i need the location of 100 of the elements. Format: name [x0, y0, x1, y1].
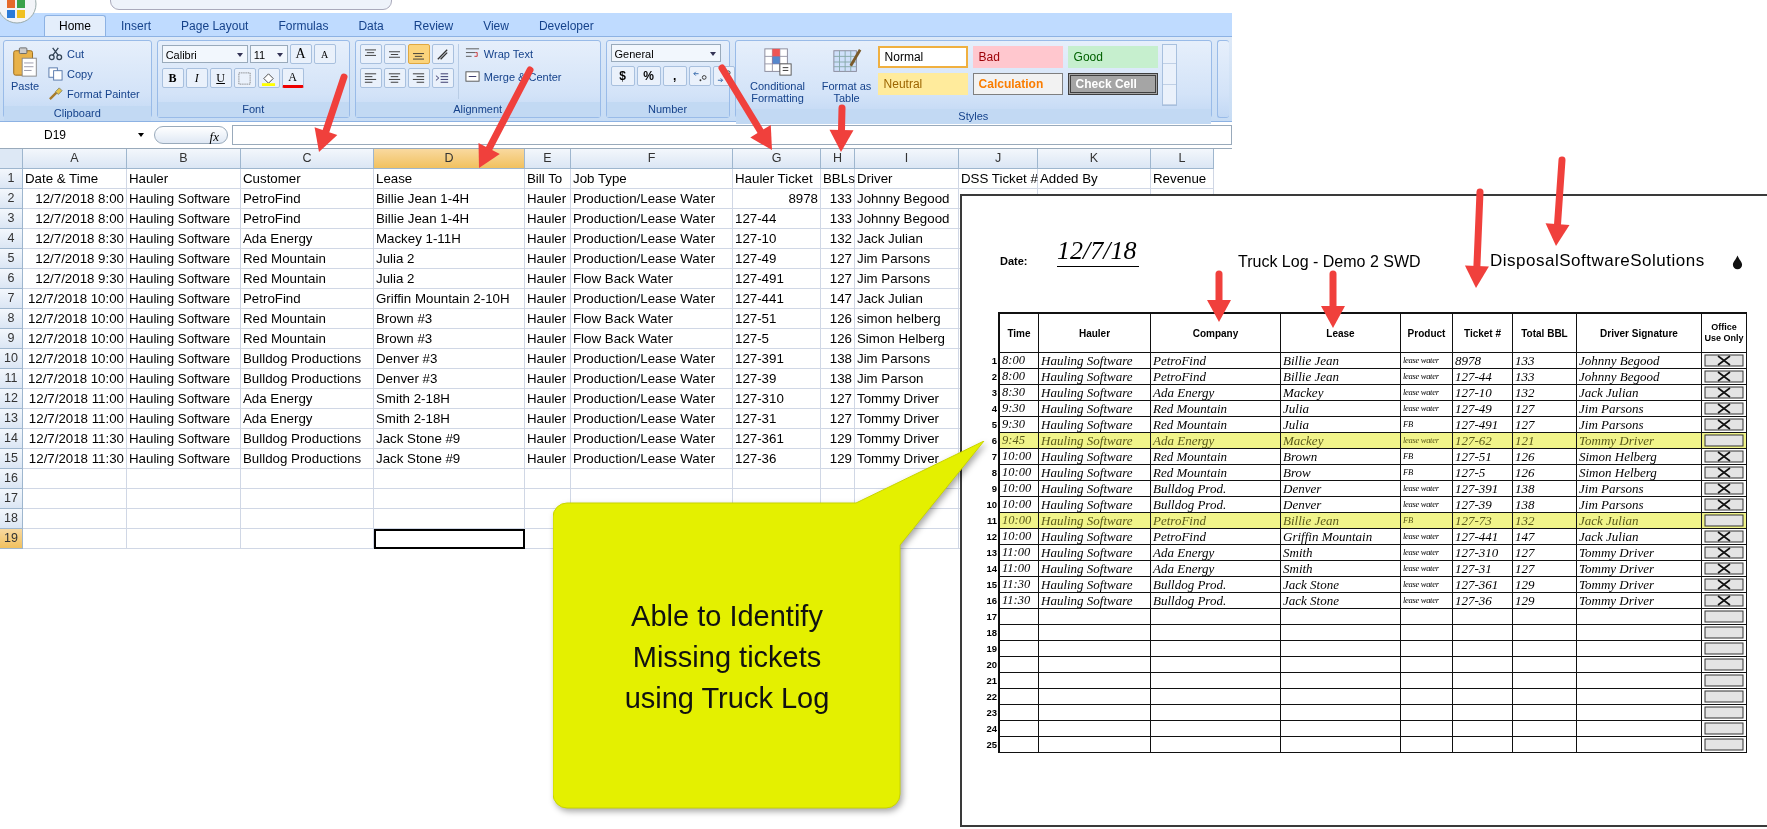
- increase-decimal-button[interactable]: [688, 66, 711, 86]
- column-title-cell: Hauler: [127, 169, 241, 189]
- column-header[interactable]: E: [525, 149, 571, 169]
- copy-button[interactable]: Copy: [46, 64, 142, 83]
- ribbon-tab[interactable]: Developer: [523, 15, 609, 36]
- wrap-text-button[interactable]: Wrap Text: [462, 44, 564, 63]
- handwritten-entry: 121: [1513, 433, 1577, 449]
- ribbon-tab[interactable]: Home: [44, 15, 106, 36]
- ribbon-tab[interactable]: Data: [343, 15, 399, 36]
- row-number: 25: [985, 738, 998, 752]
- currency-button[interactable]: $: [610, 66, 635, 86]
- fill-color-button[interactable]: [257, 68, 280, 88]
- office-button[interactable]: [0, 0, 38, 26]
- orientation-button[interactable]: [431, 44, 454, 64]
- conditional-formatting-button[interactable]: Conditional Formatting: [739, 44, 816, 106]
- font-size-field[interactable]: 11: [249, 45, 288, 63]
- ribbon-tab[interactable]: Page Layout: [166, 15, 264, 36]
- name-box[interactable]: D19: [0, 126, 150, 144]
- handwritten-entry: 127-73: [1453, 513, 1513, 529]
- column-header[interactable]: H: [821, 149, 855, 169]
- table-cell: Jim Parsons: [855, 249, 959, 269]
- column-header[interactable]: K: [1038, 149, 1151, 169]
- row-header[interactable]: 7: [0, 289, 23, 309]
- handwritten-entry: Tommy Driver: [1577, 593, 1702, 609]
- font-color-button[interactable]: A: [281, 68, 304, 88]
- column-header[interactable]: F: [571, 149, 733, 169]
- row-header[interactable]: 10: [0, 349, 23, 369]
- row-header[interactable]: 18: [0, 509, 23, 529]
- column-header[interactable]: L: [1151, 149, 1214, 169]
- ribbon-tab[interactable]: Insert: [106, 15, 167, 36]
- italic-button[interactable]: I: [185, 68, 208, 88]
- ribbon-tab[interactable]: Review: [398, 15, 469, 36]
- paste-button[interactable]: Paste: [8, 44, 42, 103]
- table-cell: Hauler: [525, 449, 571, 469]
- ribbon-tab[interactable]: Formulas: [263, 15, 344, 36]
- align-bottom-button[interactable]: [407, 44, 430, 64]
- row-header[interactable]: 14: [0, 429, 23, 449]
- align-center-icon: [387, 70, 403, 86]
- shrink-font-button[interactable]: A: [313, 44, 336, 64]
- column-header[interactable]: B: [127, 149, 241, 169]
- column-header[interactable]: D: [374, 149, 525, 169]
- ribbon-tab[interactable]: View: [468, 15, 524, 36]
- bold-button[interactable]: B: [161, 68, 184, 88]
- table-cell: 127-51: [733, 309, 821, 329]
- empty-cell: [1453, 625, 1513, 641]
- row-header[interactable]: 4: [0, 229, 23, 249]
- row-header[interactable]: 17: [0, 489, 23, 509]
- indent-button[interactable]: [431, 68, 454, 88]
- row-header[interactable]: 12: [0, 389, 23, 409]
- table-cell: 127-39: [733, 369, 821, 389]
- number-format-field[interactable]: General: [610, 44, 721, 62]
- date-label: Date:: [1000, 255, 1028, 267]
- align-right-button[interactable]: [407, 68, 430, 88]
- row-header[interactable]: 11: [0, 369, 23, 389]
- cell-style-option[interactable]: Neutral: [877, 73, 968, 95]
- cell-style-option[interactable]: Bad: [972, 46, 1063, 68]
- column-title-cell: Hauler Ticket: [733, 169, 821, 189]
- table-cell: 12/7/2018 11:30: [23, 449, 127, 469]
- handwritten-entry: 127-441: [1453, 529, 1513, 545]
- format-painter-button[interactable]: Format Painter: [46, 84, 142, 103]
- align-left-button[interactable]: [359, 68, 382, 88]
- row-header[interactable]: 15: [0, 449, 23, 469]
- align-top-button[interactable]: [359, 44, 382, 64]
- row-header[interactable]: 13: [0, 409, 23, 429]
- handwritten-entry: Billie Jean: [1281, 369, 1401, 385]
- table-cell: simon helberg: [855, 309, 959, 329]
- handwritten-entry: 8:00: [998, 369, 1039, 385]
- row-number: 13: [985, 546, 998, 560]
- row-header[interactable]: 16: [0, 469, 23, 489]
- active-cell[interactable]: [374, 529, 525, 549]
- row-header[interactable]: 2: [0, 189, 23, 209]
- row-header[interactable]: 9: [0, 329, 23, 349]
- column-header[interactable]: J: [959, 149, 1038, 169]
- column-header[interactable]: A: [23, 149, 127, 169]
- table-cell: 12/7/2018 8:00: [23, 189, 127, 209]
- cut-button[interactable]: Cut: [46, 44, 142, 63]
- handwritten-entry: Griffin Mountain: [1281, 529, 1401, 545]
- align-middle-button[interactable]: [383, 44, 406, 64]
- row-header[interactable]: 6: [0, 269, 23, 289]
- row-header[interactable]: 3: [0, 209, 23, 229]
- column-header[interactable]: C: [241, 149, 374, 169]
- row-header[interactable]: 8: [0, 309, 23, 329]
- row-header[interactable]: 19: [0, 529, 23, 549]
- align-center-button[interactable]: [383, 68, 406, 88]
- column-header[interactable]: I: [855, 149, 959, 169]
- column-header[interactable]: G: [733, 149, 821, 169]
- row-header[interactable]: 5: [0, 249, 23, 269]
- underline-button[interactable]: U: [209, 68, 232, 88]
- format-as-table-button[interactable]: Format as Table: [819, 44, 874, 106]
- row-header[interactable]: 1: [0, 169, 23, 189]
- cell-style-option[interactable]: Normal: [877, 46, 968, 68]
- percent-button[interactable]: %: [636, 66, 661, 86]
- table-cell: Production/Lease Water: [571, 229, 733, 249]
- font-family-field[interactable]: Calibri: [161, 45, 248, 63]
- grow-font-button[interactable]: A: [289, 44, 312, 64]
- comma-button[interactable]: ,: [662, 66, 687, 86]
- insert-function-button[interactable]: fx: [154, 126, 228, 144]
- table-cell: Julia 2: [374, 249, 525, 269]
- cell-style-option[interactable]: Good: [1067, 46, 1158, 68]
- handwritten-entry: Simon Helberg: [1577, 465, 1702, 481]
